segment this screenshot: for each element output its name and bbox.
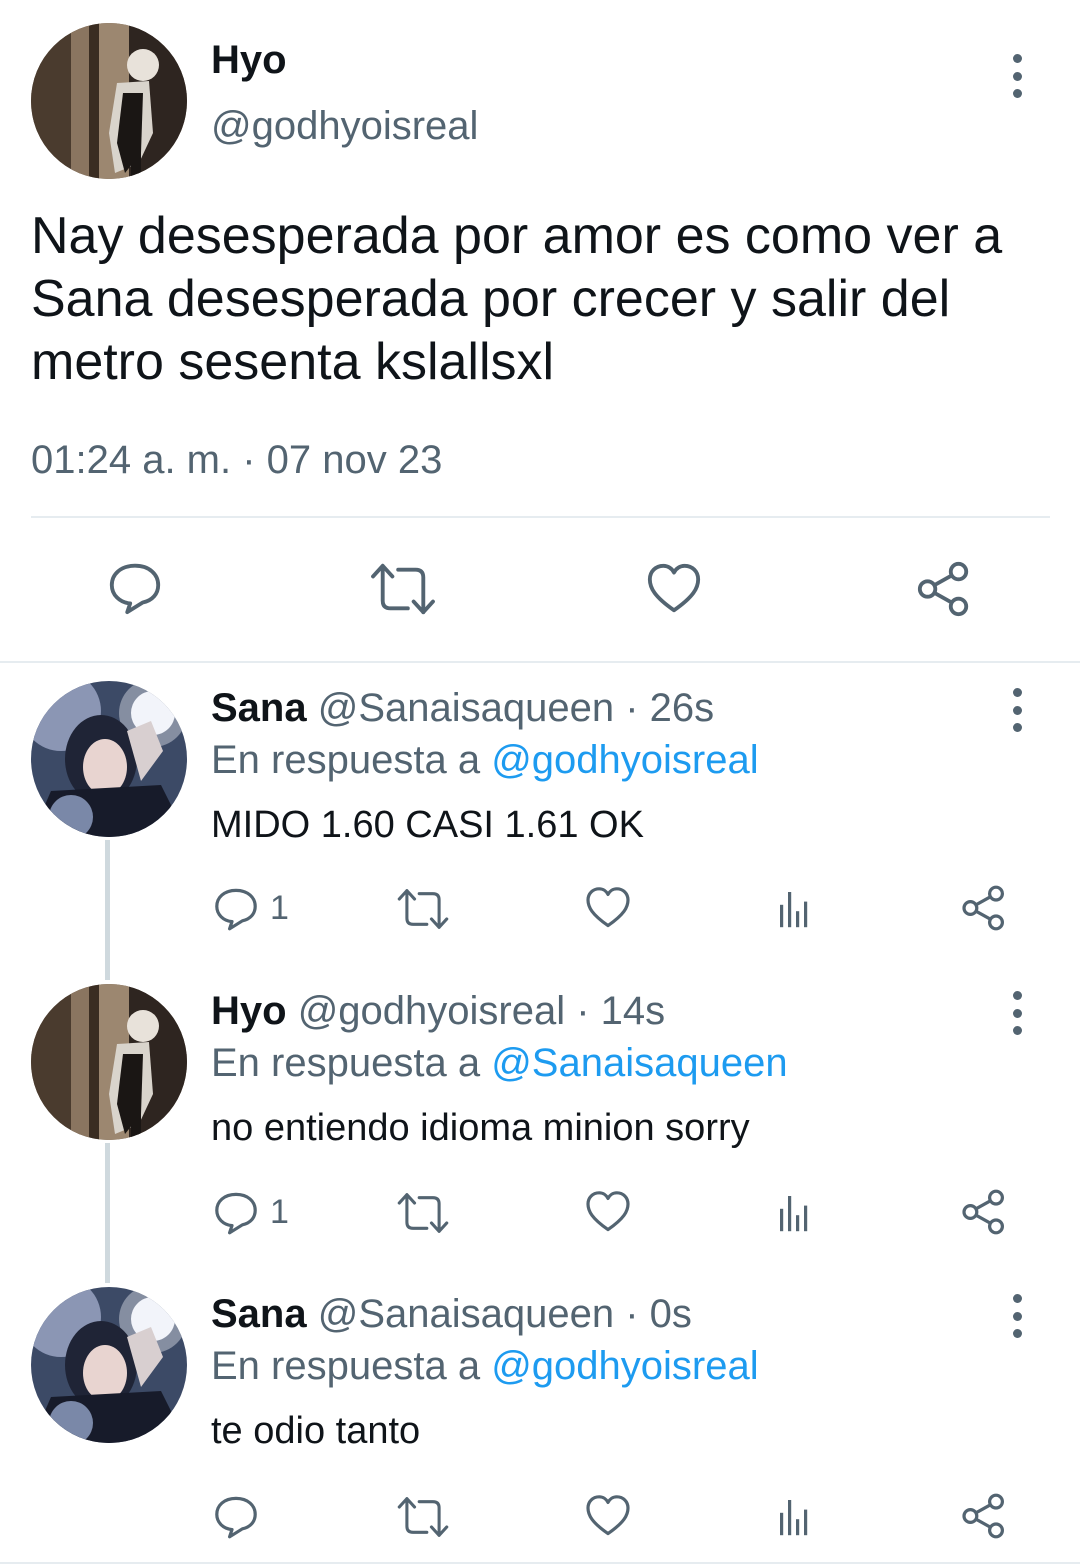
reply-author-handle[interactable]: @Sanaisaqueen [318, 686, 614, 730]
reply-action[interactable]: 1 [212, 1188, 289, 1236]
reply-icon[interactable] [212, 1492, 260, 1540]
share-icon[interactable] [960, 1188, 1008, 1236]
reply-author-name[interactable]: Sana [211, 1292, 307, 1336]
reply-text: no entiendo idioma minion sorry [211, 1107, 750, 1149]
main-tweet-text-line: Sana desesperada por crecer y salir del [31, 270, 951, 328]
reply-avatar[interactable] [31, 1287, 187, 1443]
share-icon[interactable] [960, 884, 1008, 932]
reply-text: te odio tanto [211, 1410, 421, 1452]
like-icon[interactable] [584, 1492, 632, 1540]
main-author-avatar[interactable] [31, 23, 187, 179]
retweet-icon[interactable] [396, 1190, 450, 1236]
reply-action[interactable] [212, 1492, 270, 1540]
main-tweet-text-line: metro sesenta kslallsxl [31, 333, 555, 391]
reply-context-prefix: En respuesta a [211, 1344, 481, 1388]
reply-context-prefix: En respuesta a [211, 738, 481, 782]
reply-avatar[interactable] [31, 681, 187, 837]
reply-time[interactable]: · 14s [576, 989, 665, 1033]
reply-author-handle[interactable]: @Sanaisaqueen [318, 1292, 614, 1336]
reply-author-name[interactable]: Sana [211, 686, 307, 730]
thread-line [105, 840, 110, 980]
reply-to-mention-link[interactable]: @godhyoisreal [491, 738, 758, 782]
retweet-icon[interactable] [396, 886, 450, 932]
divider [0, 1562, 1080, 1564]
reply-to-mention-link[interactable]: @godhyoisreal [491, 1344, 758, 1388]
reply-text: MIDO 1.60 CASI 1.61 OK [211, 804, 644, 846]
reply-more-options-icon[interactable] [1005, 1294, 1029, 1338]
reply-more-options-icon[interactable] [1005, 688, 1029, 732]
reply-time[interactable]: · 0s [625, 1292, 692, 1336]
reply-context-prefix: En respuesta a [211, 1041, 481, 1085]
reply-context: En respuesta a @Sanaisaqueen [211, 1041, 788, 1086]
like-icon[interactable] [584, 1188, 632, 1236]
reply-avatar[interactable] [31, 984, 187, 1140]
main-tweet-text-line: Nay desesperada por amor es como ver a [31, 207, 1003, 265]
like-icon[interactable] [584, 884, 632, 932]
views-icon[interactable] [772, 884, 820, 932]
reply-header: Sana @Sanaisaqueen · 0s [211, 1292, 692, 1337]
share-icon[interactable] [960, 1492, 1008, 1540]
reply-icon[interactable] [212, 1188, 260, 1236]
main-author-name[interactable]: Hyo [211, 38, 287, 83]
reply-time[interactable]: · 26s [625, 686, 714, 730]
reply-author-handle[interactable]: @godhyoisreal [298, 989, 565, 1033]
divider [0, 661, 1080, 663]
like-icon[interactable] [645, 560, 703, 618]
reply-context: En respuesta a @godhyoisreal [211, 1344, 759, 1389]
reply-icon[interactable] [212, 884, 260, 932]
reply-count: 1 [270, 888, 289, 927]
reply-more-options-icon[interactable] [1005, 991, 1029, 1035]
reply-header: Sana @Sanaisaqueen · 26s [211, 686, 714, 731]
reply-context: En respuesta a @godhyoisreal [211, 738, 759, 783]
reply-icon[interactable] [106, 558, 164, 616]
views-icon[interactable] [772, 1492, 820, 1540]
reply-to-mention-link[interactable]: @Sanaisaqueen [491, 1041, 787, 1085]
reply-author-name[interactable]: Hyo [211, 989, 287, 1033]
reply-action[interactable]: 1 [212, 884, 289, 932]
share-icon[interactable] [915, 560, 973, 618]
retweet-icon[interactable] [369, 560, 437, 618]
main-tweet-timestamp[interactable]: 01:24 a. m. · 07 nov 23 [31, 438, 442, 483]
thread-line [105, 1143, 110, 1283]
main-tweet-text: Nay desesperada por amor es como ver a S… [31, 205, 1002, 394]
main-more-options-icon[interactable] [1005, 54, 1029, 98]
retweet-icon[interactable] [396, 1494, 450, 1540]
reply-count: 1 [270, 1192, 289, 1231]
divider [31, 516, 1050, 518]
reply-header: Hyo @godhyoisreal · 14s [211, 989, 665, 1034]
main-author-handle[interactable]: @godhyoisreal [211, 104, 478, 149]
views-icon[interactable] [772, 1188, 820, 1236]
